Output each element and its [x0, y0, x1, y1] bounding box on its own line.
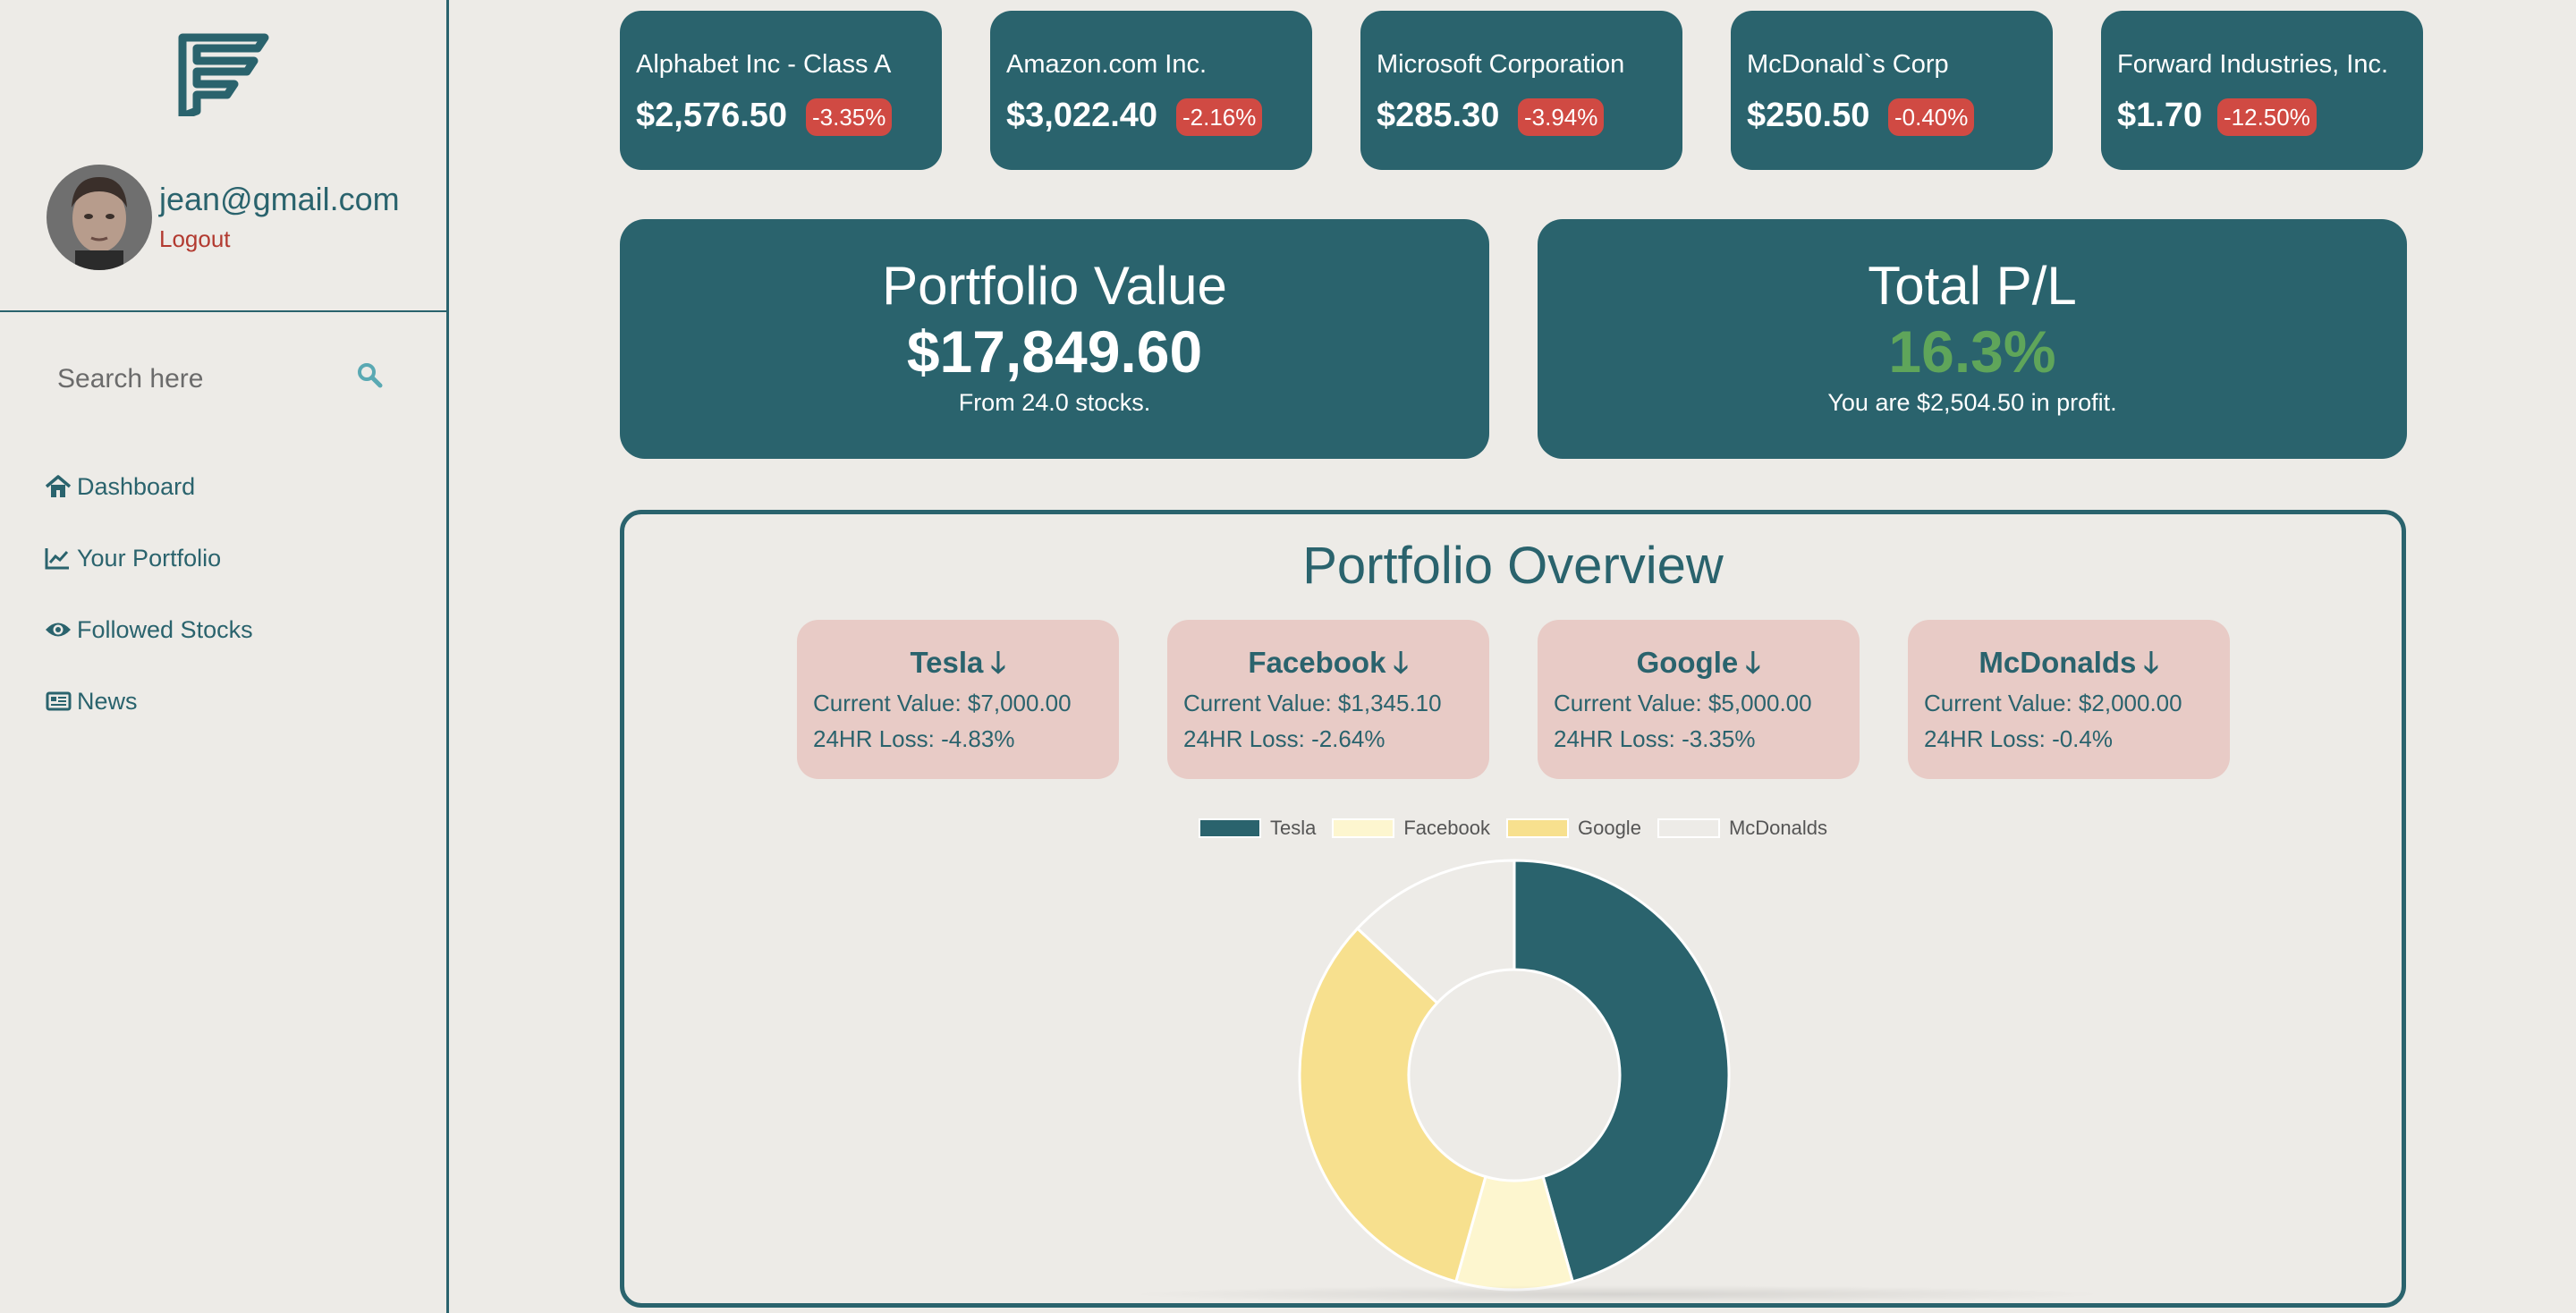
- sidebar-divider: [0, 310, 447, 312]
- ticker-card[interactable]: Forward Industries, Inc. $1.70 -12.50%: [2101, 11, 2423, 170]
- legend-item[interactable]: Facebook: [1332, 817, 1490, 840]
- newspaper-icon: [45, 687, 73, 716]
- ticker-change-badge: -12.50%: [2217, 98, 2317, 136]
- total-pl-note: You are $2,504.50 in profit.: [1827, 389, 2117, 416]
- portfolio-value-title: Portfolio Value: [882, 256, 1227, 316]
- ticker-price: $250.50: [1747, 97, 1870, 134]
- legend-label: McDonalds: [1728, 817, 1827, 839]
- sidebar-item-news[interactable]: News: [45, 665, 438, 737]
- legend-swatch: [1505, 818, 1569, 838]
- holding-card[interactable]: Tesla 🡓 Current Value: $7,000.00 24HR Los…: [797, 620, 1119, 779]
- chart-legend: Tesla Facebook Google McDonalds: [624, 817, 2402, 840]
- legend-label: Google: [1577, 817, 1641, 839]
- legend-label: Tesla: [1270, 817, 1317, 839]
- ticker-change-badge: -0.40%: [1888, 98, 1975, 136]
- search-box: [45, 352, 402, 406]
- ticker-name: Forward Industries, Inc.: [2117, 50, 2388, 79]
- ticker-price: $1.70: [2117, 97, 2203, 134]
- search-icon[interactable]: [356, 361, 388, 394]
- holding-24hr-loss: 24HR Loss: -3.35%: [1554, 725, 1756, 752]
- holding-24hr-loss: 24HR Loss: -4.83%: [813, 725, 1015, 752]
- holding-card[interactable]: Facebook 🡓 Current Value: $1,345.10 24HR …: [1167, 620, 1489, 779]
- ticker-change-badge: -3.35%: [806, 98, 893, 136]
- ticker-card[interactable]: Alphabet Inc - Class A $2,576.50 -3.35%: [620, 11, 942, 170]
- portfolio-value-amount: $17,849.60: [906, 318, 1203, 385]
- portfolio-overview-panel: Portfolio Overview Tesla 🡓 Current Value:…: [620, 510, 2406, 1308]
- holding-name: Tesla: [910, 646, 984, 679]
- eye-icon: [45, 615, 73, 644]
- ticker-name: Microsoft Corporation: [1377, 50, 1625, 79]
- logout-link[interactable]: Logout: [159, 225, 231, 253]
- holding-24hr-loss: 24HR Loss: -0.4%: [1924, 725, 2113, 752]
- ticker-name: Amazon.com Inc.: [1006, 50, 1208, 79]
- ticker-name: Alphabet Inc - Class A: [636, 50, 892, 79]
- sidebar-item-label: News: [77, 687, 138, 715]
- sidebar-item-your-portfolio[interactable]: Your Portfolio: [45, 522, 438, 594]
- ticker-name: McDonald`s Corp: [1747, 50, 1949, 79]
- sidebar-nav: Dashboard Your Portfolio Followed Stocks: [45, 451, 438, 737]
- legend-label: Facebook: [1403, 817, 1490, 839]
- portfolio-overview-title: Portfolio Overview: [1302, 537, 1724, 595]
- ticker-price: $2,576.50: [636, 97, 788, 134]
- total-pl-card: Total P/L 16.3% You are $2,504.50 in pro…: [1538, 219, 2407, 459]
- ticker-card[interactable]: Microsoft Corporation $285.30 -3.94%: [1360, 11, 1682, 170]
- holding-name: McDonalds: [1979, 646, 2137, 679]
- arrow-down-icon: 🡓: [990, 646, 1006, 679]
- ticker-change-badge: -2.16%: [1176, 98, 1263, 136]
- holding-current-value: Current Value: $5,000.00: [1554, 690, 1812, 716]
- legend-swatch: [1199, 818, 1261, 838]
- legend-item[interactable]: McDonalds: [1657, 817, 1827, 840]
- legend-item[interactable]: Tesla: [1199, 817, 1316, 840]
- user-email: jean@gmail.com: [159, 181, 400, 217]
- sidebar-item-followed-stocks[interactable]: Followed Stocks: [45, 594, 438, 665]
- holding-current-value: Current Value: $2,000.00: [1924, 690, 2182, 716]
- legend-swatch: [1332, 818, 1395, 838]
- panel-shadow: [1125, 1285, 2109, 1303]
- holding-name: Google: [1636, 646, 1739, 679]
- legend-swatch: [1657, 818, 1720, 838]
- search-input[interactable]: [45, 352, 340, 406]
- sidebar-item-dashboard[interactable]: Dashboard: [45, 451, 438, 522]
- user-block: jean@gmail.com Logout: [47, 165, 440, 272]
- holding-name: Facebook: [1248, 646, 1386, 679]
- holding-current-value: Current Value: $1,345.10: [1183, 690, 1442, 716]
- app-logo[interactable]: [175, 30, 274, 121]
- holding-24hr-loss: 24HR Loss: -2.64%: [1183, 725, 1385, 752]
- line-chart-icon: [45, 544, 73, 572]
- ticker-price: $3,022.40: [1006, 97, 1158, 134]
- avatar[interactable]: [47, 165, 152, 270]
- ticker-card[interactable]: Amazon.com Inc. $3,022.40 -2.16%: [990, 11, 1312, 170]
- holding-current-value: Current Value: $7,000.00: [813, 690, 1072, 716]
- sidebar: jean@gmail.com Logout Dashboard: [0, 0, 449, 1313]
- arrow-down-icon: 🡓: [1393, 646, 1409, 679]
- total-pl-percent: 16.3%: [1888, 318, 2056, 385]
- sidebar-item-label: Dashboard: [77, 472, 196, 500]
- ticker-price: $285.30: [1377, 97, 1500, 134]
- holding-card[interactable]: Google 🡓 Current Value: $5,000.00 24HR Lo…: [1538, 620, 1860, 779]
- arrow-down-icon: 🡓: [2143, 646, 2159, 679]
- portfolio-value-note: From 24.0 stocks.: [958, 389, 1151, 416]
- ticker-change-badge: -3.94%: [1518, 98, 1605, 136]
- legend-item[interactable]: Google: [1505, 817, 1641, 840]
- home-icon: [45, 472, 73, 501]
- ticker-card[interactable]: McDonald`s Corp $250.50 -0.40%: [1731, 11, 2053, 170]
- portfolio-value-card: Portfolio Value $17,849.60 From 24.0 sto…: [620, 219, 1489, 459]
- total-pl-title: Total P/L: [1868, 256, 2077, 316]
- sidebar-item-label: Followed Stocks: [77, 615, 253, 643]
- holding-card[interactable]: McDonalds 🡓 Current Value: $2,000.00 24HR…: [1908, 620, 2230, 779]
- arrow-down-icon: 🡓: [1745, 646, 1761, 679]
- sidebar-item-label: Your Portfolio: [77, 544, 222, 572]
